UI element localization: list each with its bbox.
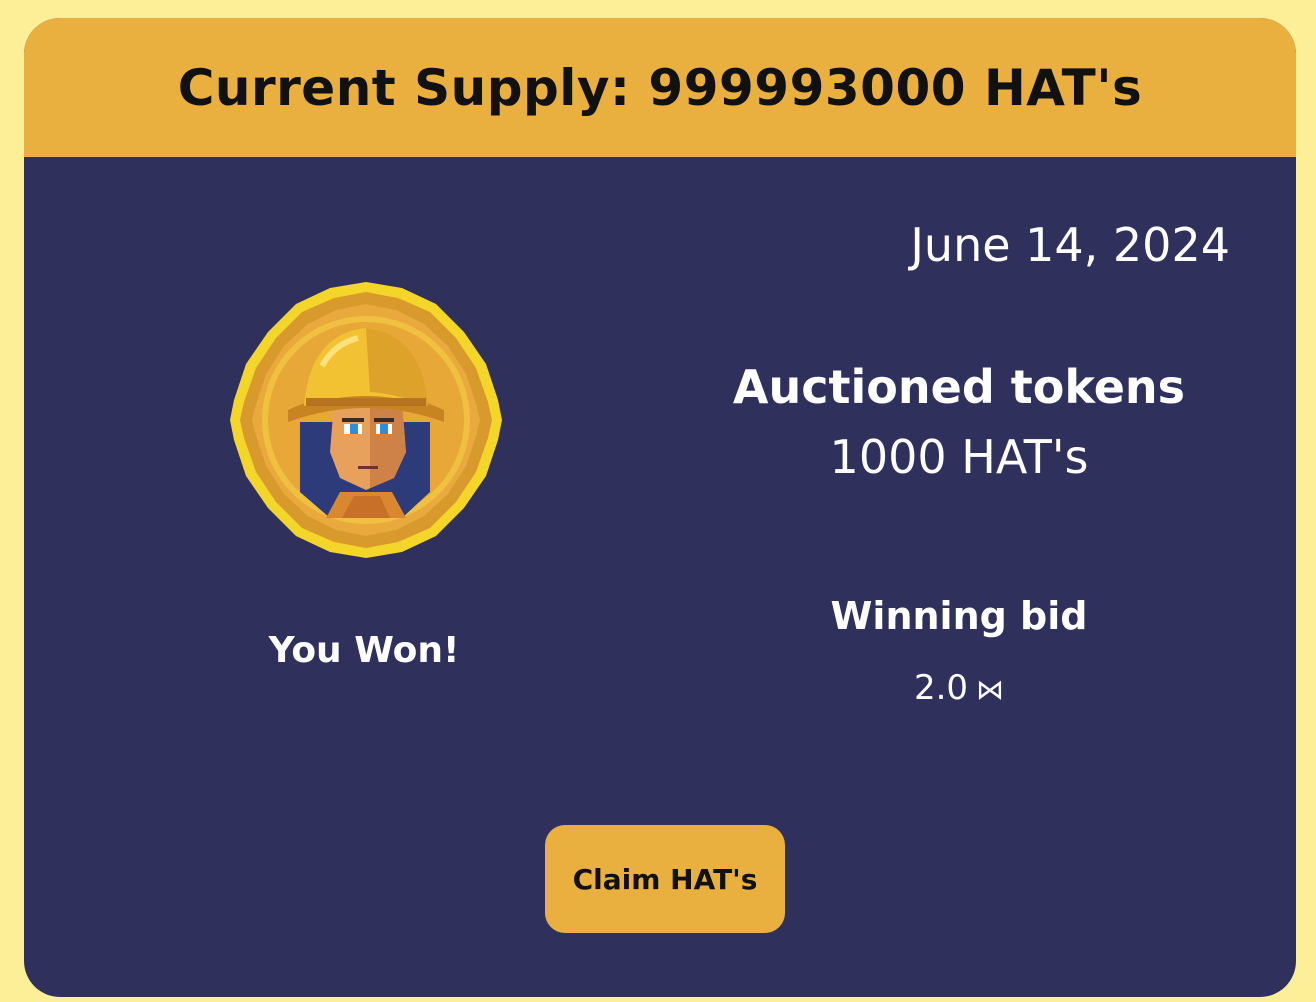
token-avatar (230, 282, 502, 558)
auction-card: Current Supply: 999993000 HAT's June 14,… (24, 18, 1296, 997)
auction-date: June 14, 2024 (910, 218, 1230, 272)
auctioned-tokens-label: Auctioned tokens (732, 360, 1186, 414)
winning-bid-amount: 2.0 ⋈ (664, 668, 1254, 708)
winning-bid-value: 2.0 (913, 668, 969, 708)
winning-bid-label: Winning bid (830, 594, 1088, 638)
hat-coin-avatar-image (230, 282, 502, 558)
current-supply-title: Current Supply: 999993000 HAT's (177, 58, 1143, 117)
near-icon: ⋈ (976, 673, 1005, 706)
auctioned-tokens-value: 1000 HAT's (829, 430, 1089, 484)
supply-header: Current Supply: 999993000 HAT's (24, 18, 1296, 157)
auction-result-status: You Won! (268, 630, 460, 671)
claim-hats-button[interactable]: Claim HAT's (545, 825, 785, 933)
